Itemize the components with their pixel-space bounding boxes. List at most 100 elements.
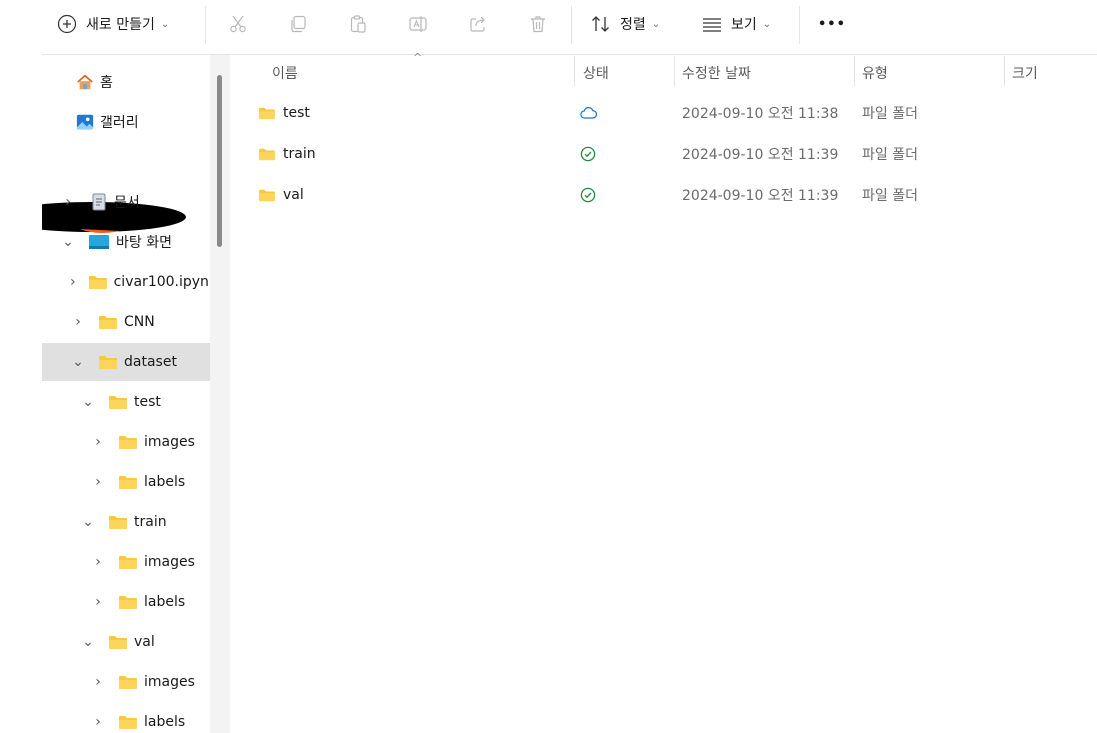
delete-button[interactable] bbox=[527, 6, 549, 42]
synced-check-icon bbox=[580, 146, 596, 162]
sort-ascending-icon: ^ bbox=[413, 51, 423, 64]
share-icon bbox=[467, 13, 489, 35]
copy-button[interactable] bbox=[287, 6, 309, 42]
chevron-right-icon[interactable]: › bbox=[90, 554, 106, 570]
chevron-right-icon[interactable]: › bbox=[70, 314, 86, 330]
folder-icon bbox=[118, 714, 138, 730]
new-button[interactable]: 새로 만들기 ⌄ bbox=[56, 6, 169, 42]
sidebar-item-test[interactable]: ⌄ test bbox=[42, 383, 210, 421]
folder-icon bbox=[118, 594, 138, 610]
chevron-down-icon: ⌄ bbox=[762, 18, 772, 30]
chevron-right-icon[interactable]: › bbox=[90, 594, 106, 610]
chevron-down-icon[interactable]: ⌄ bbox=[80, 634, 96, 650]
file-name: val bbox=[283, 187, 304, 203]
sidebar-item-val[interactable]: ⌄ val bbox=[42, 623, 210, 661]
sort-button-label: 정렬 bbox=[620, 17, 646, 33]
view-button[interactable]: 보기 ⌄ bbox=[701, 6, 771, 42]
folder-icon bbox=[88, 274, 108, 290]
chevron-down-icon[interactable]: ⌄ bbox=[70, 354, 86, 370]
sidebar-scrollbar-thumb[interactable] bbox=[217, 75, 222, 247]
folder-open-icon bbox=[98, 354, 118, 370]
chevron-right-icon[interactable]: › bbox=[90, 714, 106, 730]
chevron-right-icon[interactable]: › bbox=[90, 474, 106, 490]
sidebar-item-cnn[interactable]: › CNN bbox=[42, 303, 210, 341]
sidebar-item-label: labels bbox=[144, 594, 186, 610]
gallery-icon bbox=[76, 114, 94, 130]
sidebar-item-gallery[interactable]: 갤러리 bbox=[42, 103, 210, 141]
paste-button[interactable] bbox=[347, 6, 369, 42]
sidebar-item-desktop[interactable]: ⌄ 바탕 화면 bbox=[42, 223, 210, 261]
chevron-down-icon: ⌄ bbox=[651, 18, 661, 30]
chevron-right-icon[interactable]: › bbox=[90, 674, 106, 690]
document-icon bbox=[90, 193, 108, 211]
column-header-name[interactable]: 이름 bbox=[272, 60, 298, 86]
rename-icon bbox=[407, 13, 429, 35]
plus-circle-icon bbox=[56, 13, 78, 35]
chevron-down-icon[interactable]: ⌄ bbox=[60, 234, 76, 250]
sidebar-item-test-images[interactable]: › images bbox=[42, 423, 210, 461]
file-name-cell: train bbox=[258, 135, 316, 173]
cut-button[interactable] bbox=[227, 6, 249, 42]
sidebar-item-label: train bbox=[134, 514, 167, 530]
file-type: 파일 폴더 bbox=[862, 147, 918, 163]
sidebar-item-civar100[interactable]: › civar100.ipynb bbox=[42, 263, 210, 301]
sort-arrows-icon bbox=[590, 13, 612, 35]
sidebar-item-label: 바탕 화면 bbox=[116, 235, 172, 251]
status-cell bbox=[580, 135, 596, 173]
status-cell bbox=[580, 176, 596, 214]
toolbar-divider bbox=[205, 6, 206, 44]
column-header-status[interactable]: 상태 bbox=[583, 60, 609, 86]
chevron-down-icon[interactable]: ⌄ bbox=[80, 514, 96, 530]
sidebar-item-val-labels[interactable]: › labels bbox=[42, 703, 210, 733]
sidebar-item-val-images[interactable]: › images bbox=[42, 663, 210, 701]
column-header-size[interactable]: 크기 bbox=[1012, 60, 1038, 86]
cloud-icon bbox=[580, 107, 597, 119]
file-row-test[interactable]: test 2024-09-10 오전 11:38 파일 폴더 bbox=[230, 94, 1097, 132]
sidebar-item-dataset[interactable]: ⌄ dataset bbox=[42, 343, 210, 381]
folder-icon bbox=[259, 189, 275, 202]
toolbar-divider bbox=[571, 6, 572, 44]
sidebar-item-test-labels[interactable]: › labels bbox=[42, 463, 210, 501]
share-button[interactable] bbox=[467, 6, 489, 42]
sort-button[interactable]: 정렬 ⌄ bbox=[590, 6, 660, 42]
sidebar-item-label: dataset bbox=[124, 354, 177, 370]
folder-icon bbox=[118, 434, 138, 450]
view-list-icon bbox=[701, 13, 723, 35]
file-type: 파일 폴더 bbox=[862, 106, 918, 122]
sidebar-item-label: labels bbox=[144, 714, 186, 730]
folder-icon bbox=[108, 514, 128, 530]
sidebar-item-train[interactable]: ⌄ train bbox=[42, 503, 210, 541]
column-divider[interactable] bbox=[854, 56, 855, 86]
file-name-cell: val bbox=[258, 176, 304, 214]
rename-button[interactable] bbox=[407, 6, 429, 42]
file-type: 파일 폴더 bbox=[862, 188, 918, 204]
file-name-cell: test bbox=[258, 94, 310, 132]
modified-date: 2024-09-10 오전 11:38 bbox=[682, 106, 839, 122]
column-header-modified[interactable]: 수정한 날짜 bbox=[682, 60, 751, 86]
status-cell bbox=[580, 94, 597, 132]
column-divider[interactable] bbox=[574, 56, 575, 86]
folder-icon bbox=[259, 107, 275, 120]
more-options-button[interactable]: ••• bbox=[818, 6, 846, 42]
chevron-down-icon[interactable]: ⌄ bbox=[80, 394, 96, 410]
chevron-right-icon[interactable]: › bbox=[70, 274, 76, 290]
desktop-icon bbox=[88, 234, 110, 250]
file-row-train[interactable]: train 2024-09-10 오전 11:39 파일 폴더 bbox=[230, 135, 1097, 173]
new-button-label: 새로 만들기 bbox=[86, 17, 155, 33]
folder-icon bbox=[118, 474, 138, 490]
chevron-right-icon[interactable]: › bbox=[60, 194, 76, 210]
sidebar-item-train-images[interactable]: › images bbox=[42, 543, 210, 581]
sidebar-item-home[interactable]: 홈 bbox=[42, 63, 210, 101]
sidebar-item-documents[interactable]: › 문서 bbox=[42, 183, 210, 221]
folder-icon bbox=[108, 394, 128, 410]
column-divider[interactable] bbox=[674, 56, 675, 86]
chevron-right-icon[interactable]: › bbox=[90, 434, 106, 450]
column-header-type[interactable]: 유형 bbox=[862, 60, 888, 86]
more-icon: ••• bbox=[818, 16, 846, 32]
sidebar-item-train-labels[interactable]: › labels bbox=[42, 583, 210, 621]
file-row-val[interactable]: val 2024-09-10 오전 11:39 파일 폴더 bbox=[230, 176, 1097, 214]
sidebar-item-label: images bbox=[144, 554, 195, 570]
column-divider[interactable] bbox=[1004, 56, 1005, 86]
trash-icon bbox=[527, 13, 549, 35]
clipboard-icon bbox=[347, 13, 369, 35]
